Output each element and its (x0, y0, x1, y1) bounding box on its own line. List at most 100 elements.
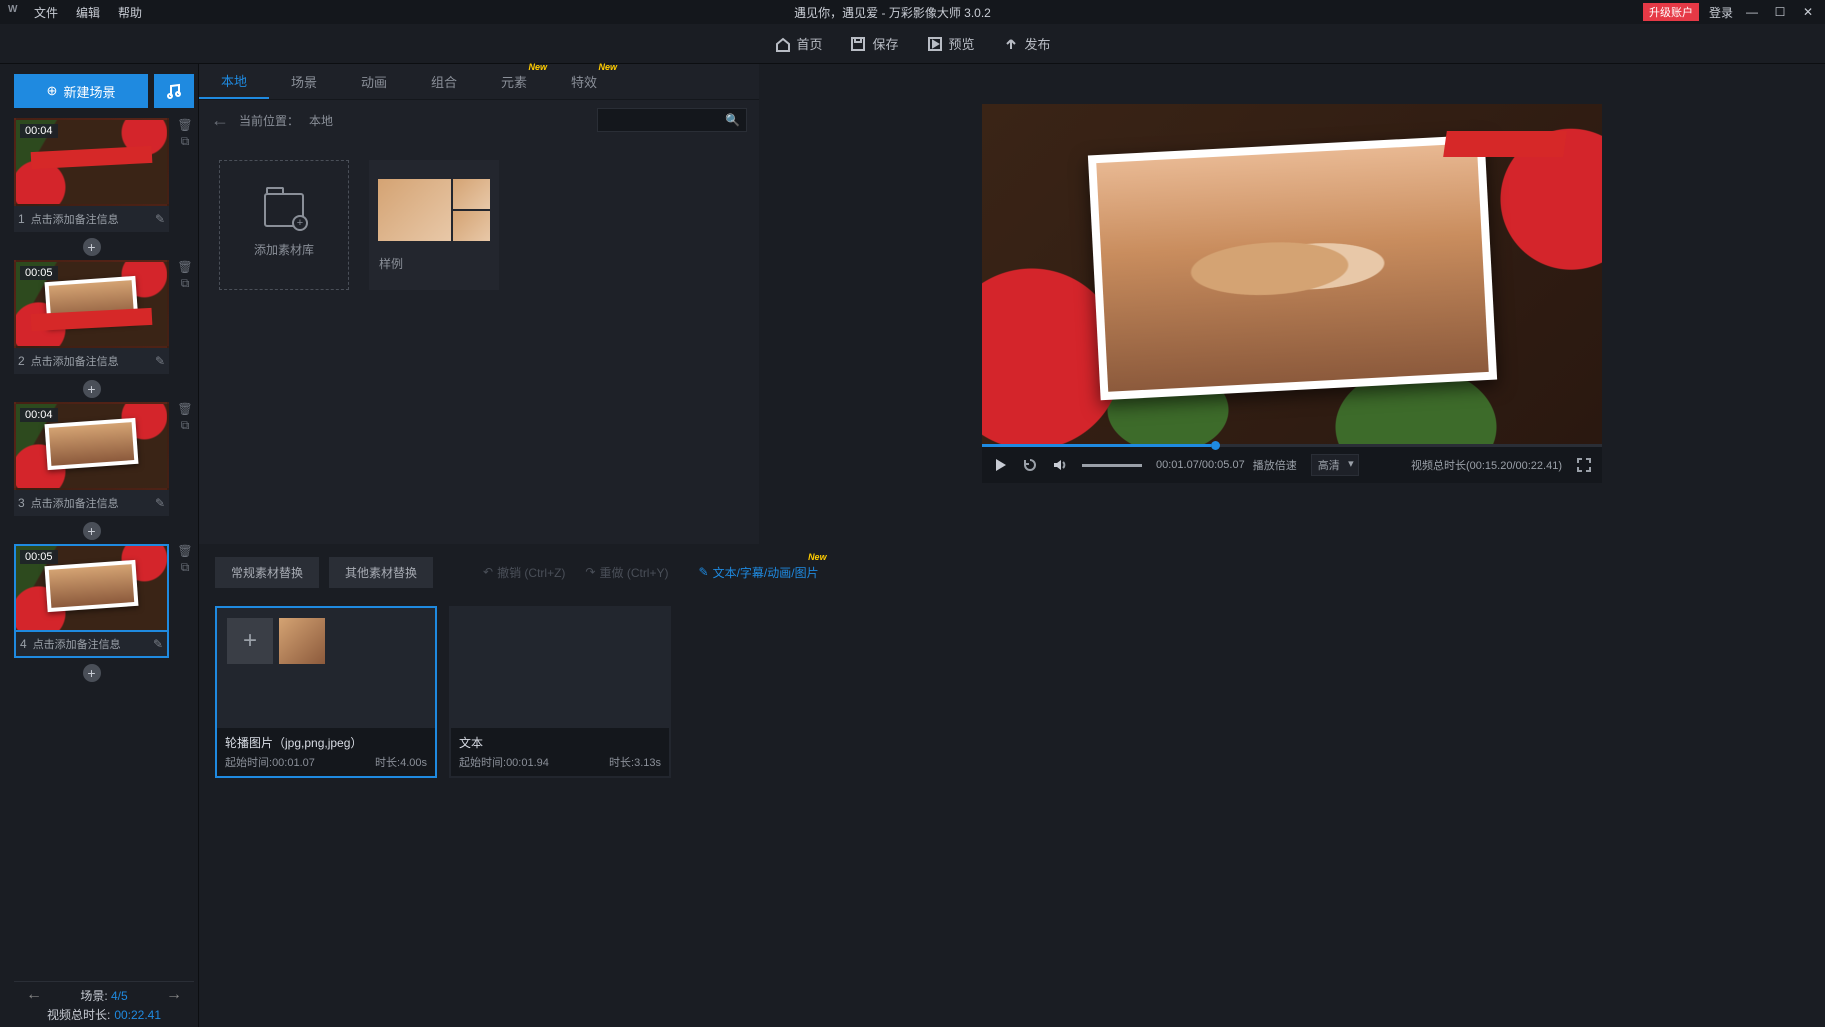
add-scene-between-button[interactable]: + (83, 664, 101, 682)
duration-badge: 00:05 (20, 266, 58, 280)
delete-scene-icon[interactable]: 🗑 (178, 260, 192, 274)
tab-effect[interactable]: 特效New (549, 64, 619, 99)
save-icon (850, 36, 866, 52)
edit-note-icon[interactable]: ✎ (155, 496, 165, 510)
red-brush-overlay (1443, 131, 1567, 157)
scene-note[interactable]: 点击添加备注信息 (33, 636, 147, 652)
edit-note-icon[interactable]: ✎ (153, 637, 163, 651)
scene-note[interactable]: 点击添加备注信息 (31, 353, 149, 369)
scene-item[interactable]: 00:04 🗑 ⧉ 1 点击添加备注信息 ✎ (14, 118, 194, 232)
window-title: 遇见你，遇见爱 - 万彩影像大师 3.0.2 (142, 4, 1643, 21)
copy-scene-icon[interactable]: ⧉ (178, 276, 192, 290)
undo-button: ↶ 撤销 (Ctrl+Z) (483, 564, 565, 581)
replay-button[interactable] (1022, 457, 1038, 473)
search-icon[interactable]: 🔍 (725, 113, 740, 127)
new-badge: New (598, 62, 617, 72)
volume-button[interactable] (1052, 457, 1068, 473)
tab-combo[interactable]: 组合 (409, 64, 479, 99)
sample-thumbnail (378, 179, 490, 241)
edit-note-icon[interactable]: ✎ (155, 212, 165, 226)
music-settings-button[interactable] (154, 74, 194, 108)
upgrade-account-button[interactable]: 升级账户 (1643, 3, 1699, 21)
clip-thumbnail (279, 618, 325, 664)
search-input[interactable]: 🔍 (597, 108, 747, 132)
add-scene-between-button[interactable]: + (83, 522, 101, 540)
main-toolbar: 首页 保存 预览 发布 (0, 24, 1825, 64)
scene-item-active[interactable]: 00:05 🗑 ⧉ 4 点击添加备注信息 ✎ (14, 544, 194, 658)
home-icon (774, 36, 790, 52)
minimize-icon[interactable]: — (1743, 3, 1761, 21)
prev-scene-button[interactable]: ← (22, 986, 46, 1004)
menu-file[interactable]: 文件 (34, 4, 58, 21)
sample-folder-tile[interactable]: 样例 (369, 160, 499, 290)
edit-note-icon[interactable]: ✎ (155, 354, 165, 368)
clip-duration: 时长:3.13s (609, 754, 661, 770)
add-library-label: 添加素材库 (254, 241, 314, 258)
menu-edit[interactable]: 编辑 (76, 4, 100, 21)
publish-button[interactable]: 发布 (1003, 34, 1051, 53)
menu-help[interactable]: 帮助 (118, 4, 142, 21)
copy-scene-icon[interactable]: ⧉ (178, 560, 192, 574)
delete-scene-icon[interactable]: 🗑 (178, 118, 192, 132)
clip-carousel-image[interactable]: + 轮播图片（jpg,png,jpeg） 起始时间:00:01.07 时长:4.… (215, 606, 437, 778)
copy-scene-icon[interactable]: ⧉ (178, 418, 192, 432)
delete-scene-icon[interactable]: 🗑 (178, 402, 192, 416)
timeline-panel: 常规素材替换 其他素材替换 ↶ 撤销 (Ctrl+Z) ↷ 重做 (Ctrl+Y… (199, 544, 1825, 1027)
volume-slider[interactable] (1082, 464, 1142, 467)
scene-item[interactable]: 00:05 🗑 ⧉ 2 点击添加备注信息 ✎ (14, 260, 194, 374)
tab-animation[interactable]: 动画 (339, 64, 409, 99)
redo-button: ↷ 重做 (Ctrl+Y) (585, 564, 668, 581)
preview-icon (927, 36, 943, 52)
maximize-icon[interactable]: ☐ (1771, 3, 1789, 21)
new-badge: New (808, 552, 827, 562)
player-controls: 00:01.07/00:05.07 播放倍速 高清 视频总时长(00:15.20… (982, 447, 1602, 483)
preview-canvas[interactable] (982, 104, 1602, 444)
scene-count-value: 4/5 (111, 989, 128, 1003)
scene-note[interactable]: 点击添加备注信息 (31, 495, 149, 511)
fullscreen-button[interactable] (1576, 457, 1592, 473)
clip-duration: 时长:4.00s (375, 754, 427, 770)
add-scene-between-button[interactable]: + (83, 380, 101, 398)
clip-text[interactable]: 文本 起始时间:00:01.94 时长:3.13s (449, 606, 671, 778)
duration-badge: 00:04 (20, 124, 58, 138)
tab-scene[interactable]: 场景 (269, 64, 339, 99)
quality-select[interactable]: 高清 (1311, 454, 1359, 476)
scene-note[interactable]: 点击添加备注信息 (31, 211, 149, 227)
add-library-tile[interactable]: + 添加素材库 (219, 160, 349, 290)
tab-normal-replace[interactable]: 常规素材替换 (215, 557, 319, 588)
scene-number: 3 (18, 496, 25, 510)
delete-scene-icon[interactable]: 🗑 (178, 544, 192, 558)
scene-sidebar: ⊕ 新建场景 00:04 🗑 ⧉ 1 点击添加备注信息 ✎ (0, 64, 198, 1027)
tab-local[interactable]: 本地 (199, 64, 269, 99)
total-duration-label: 视频总时长: (47, 1006, 110, 1023)
progress-bar[interactable] (982, 444, 1602, 447)
scene-item[interactable]: 00:04 🗑 ⧉ 3 点击添加备注信息 ✎ (14, 402, 194, 516)
preview-button[interactable]: 预览 (927, 34, 975, 53)
asset-panel: 本地 场景 动画 组合 元素New 特效New ← 当前位置： 本地 🔍 (199, 64, 759, 544)
new-scene-button[interactable]: ⊕ 新建场景 (14, 74, 148, 108)
scene-number: 2 (18, 354, 25, 368)
breadcrumb-value: 本地 (309, 112, 333, 129)
app-logo-icon: W (8, 4, 24, 20)
add-image-button[interactable]: + (227, 618, 273, 664)
text-subtitle-button[interactable]: ✎ 文本/字幕/动画/图片New (699, 564, 819, 581)
asset-tabs: 本地 场景 动画 组合 元素New 特效New (199, 64, 759, 100)
login-button[interactable]: 登录 (1709, 4, 1733, 21)
back-icon[interactable]: ← (211, 110, 229, 131)
add-scene-between-button[interactable]: + (83, 238, 101, 256)
next-scene-button[interactable]: → (162, 986, 186, 1004)
play-button[interactable] (992, 457, 1008, 473)
copy-scene-icon[interactable]: ⧉ (178, 134, 192, 148)
tab-element[interactable]: 元素New (479, 64, 549, 99)
sample-label: 样例 (379, 255, 403, 272)
scene-summary: ← 场景: 4/5 → 视频总时长: 00:22.41 (14, 981, 194, 1027)
save-button[interactable]: 保存 (850, 34, 898, 53)
scene-list: 00:04 🗑 ⧉ 1 点击添加备注信息 ✎ + 00:05 (14, 118, 194, 981)
new-scene-label: 新建场景 (63, 82, 115, 101)
tab-other-replace[interactable]: 其他素材替换 (329, 557, 433, 588)
playback-time: 00:01.07/00:05.07 (1156, 459, 1245, 471)
breadcrumb-label: 当前位置： (239, 112, 299, 129)
home-button[interactable]: 首页 (774, 34, 822, 53)
upload-icon (1003, 36, 1019, 52)
close-icon[interactable]: ✕ (1799, 3, 1817, 21)
